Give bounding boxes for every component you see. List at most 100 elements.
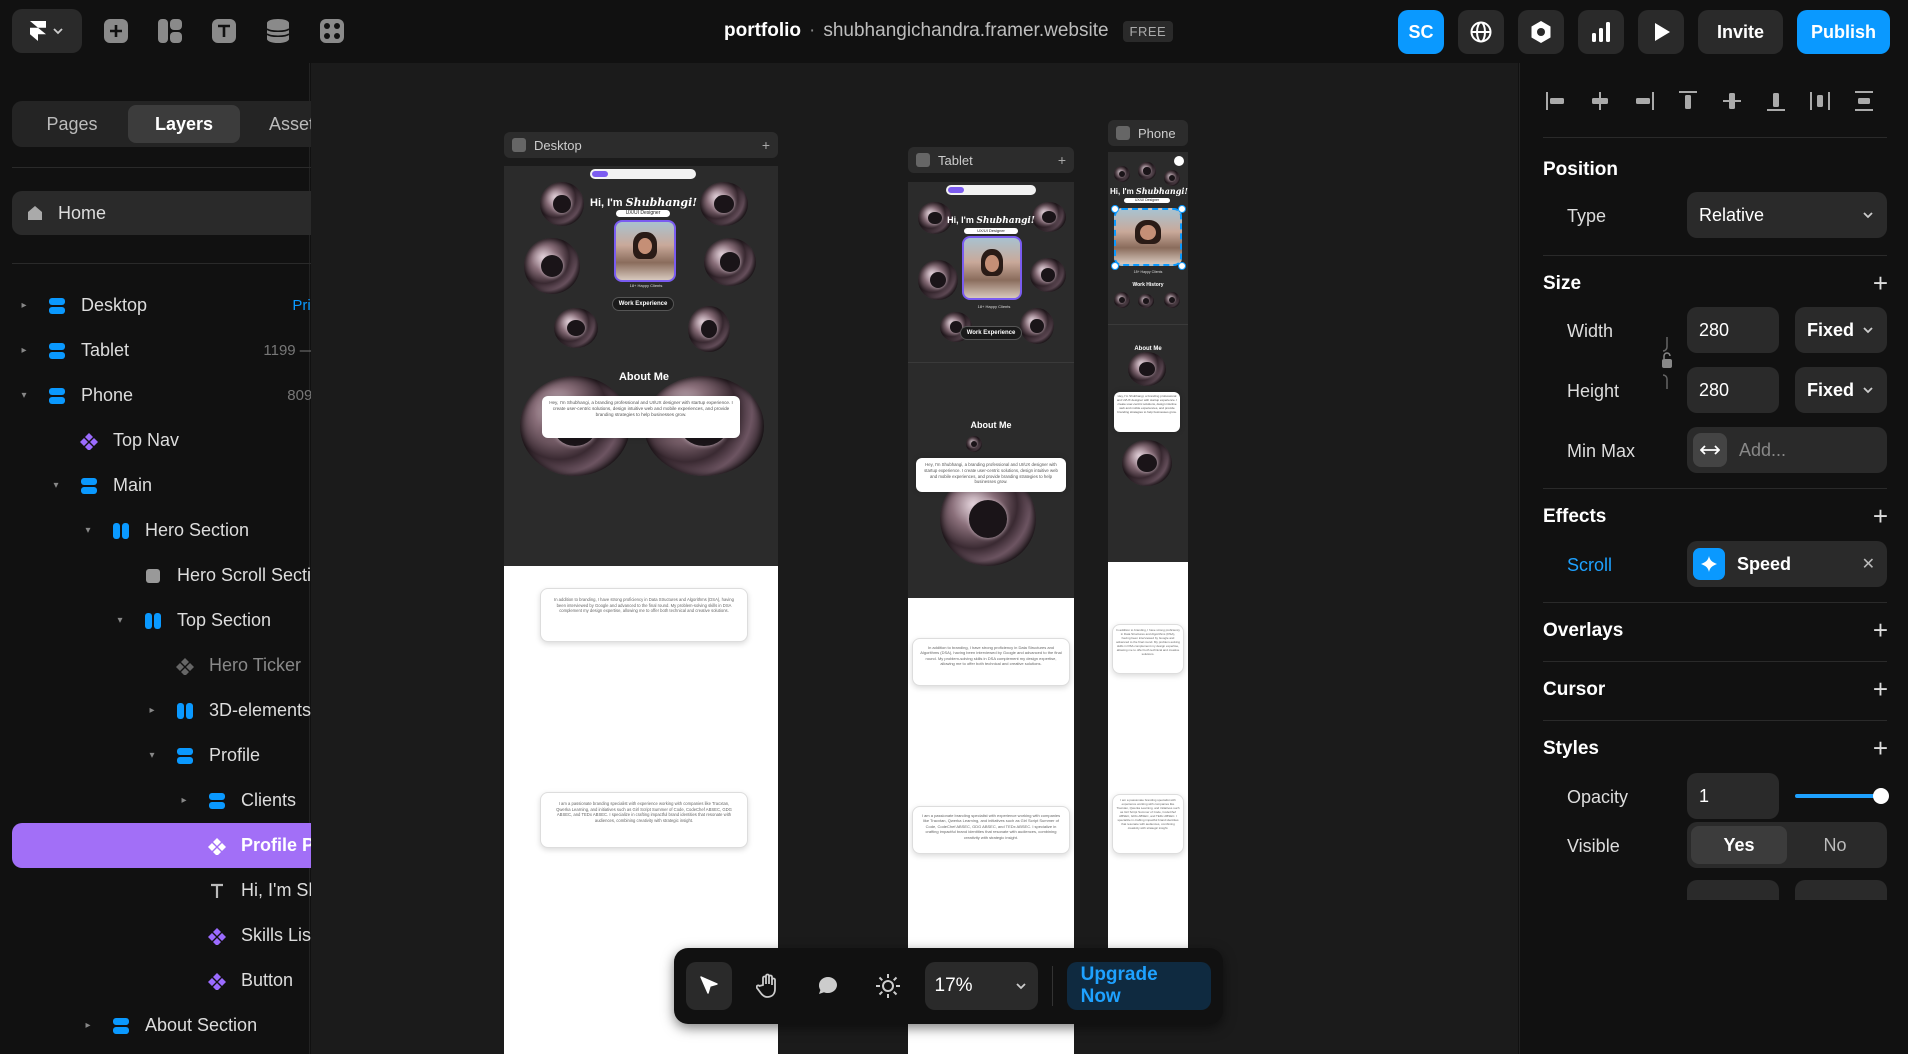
tab-layers[interactable]: Layers [128, 105, 240, 143]
site-settings-button[interactable] [1457, 10, 1504, 54]
expand-arrow-icon[interactable]: ▸ [18, 345, 30, 356]
phone-frame[interactable]: Hi, I'm Shubhangi! UX/UI Designer 18+ Ha… [1108, 152, 1188, 1022]
layer-profile[interactable]: ▾ Profile [12, 733, 356, 778]
distribute-horizontal-icon[interactable] [1806, 87, 1834, 115]
align-center-v-icon[interactable] [1718, 87, 1746, 115]
text-button[interactable] [204, 11, 244, 51]
hand-tool[interactable] [746, 962, 792, 1010]
publish-button[interactable]: Publish [1796, 10, 1890, 54]
torus-3d [554, 308, 598, 348]
add-effect-icon[interactable]: + [1873, 503, 1888, 529]
align-top-icon[interactable] [1674, 87, 1702, 115]
resize-handle[interactable] [1178, 205, 1186, 213]
preview-button[interactable] [1637, 10, 1684, 54]
width-mode-select[interactable]: Fixed [1795, 307, 1887, 353]
framer-logo-icon [30, 21, 46, 41]
user-avatar[interactable]: SC [1397, 10, 1444, 54]
remove-effect-icon[interactable]: ✕ [1862, 554, 1875, 574]
opacity-input[interactable]: 1 [1687, 773, 1779, 819]
layer-top-section[interactable]: ▾ Top Section [12, 598, 356, 643]
collapse-arrow-icon[interactable]: ▾ [82, 525, 94, 536]
frame-label-desktop[interactable]: Desktop + [504, 132, 778, 158]
visible-yes-option[interactable]: Yes [1691, 826, 1787, 864]
add-overlay-icon[interactable]: + [1873, 617, 1888, 643]
page-selector[interactable]: Home [12, 191, 356, 235]
invite-button[interactable]: Invite [1697, 10, 1783, 54]
theme-toggle[interactable] [865, 962, 911, 1010]
comment-tool[interactable] [805, 962, 851, 1010]
layer-about-section[interactable]: ▸ About Section [12, 1003, 356, 1048]
scroll-effect-field[interactable]: Speed ✕ [1687, 541, 1887, 587]
zoom-select[interactable]: 17% [924, 962, 1038, 1010]
aspect-lock-icon[interactable] [1659, 335, 1675, 391]
profile-photo-selected[interactable] [1114, 208, 1182, 266]
expand-arrow-icon[interactable]: ▸ [146, 705, 158, 716]
layer-main[interactable]: ▾ Main [12, 463, 356, 508]
resize-handle[interactable] [1111, 205, 1119, 213]
opacity-slider[interactable] [1795, 794, 1881, 798]
layer-button[interactable]: Button ✛ [12, 958, 356, 1003]
layer-name: Hero Scroll Secti [177, 565, 312, 585]
resize-handle[interactable] [1111, 262, 1119, 270]
layer-desktop[interactable]: ▸ Desktop Primary [12, 283, 356, 328]
bar-chart-icon [1591, 22, 1610, 42]
add-size-icon[interactable]: + [1873, 270, 1888, 296]
project-title[interactable]: portfolio · shubhangichandra.framer.webs… [724, 20, 1174, 42]
add-style-icon[interactable]: + [1873, 735, 1888, 761]
collapse-arrow-icon[interactable]: ▾ [114, 615, 126, 626]
tablet-frame[interactable]: Hi, I'm Shubhangi! UX/UI Designer 18+ Ha… [908, 182, 1074, 1054]
layer-hero-section[interactable]: ▾ Hero Section [12, 508, 356, 553]
align-center-h-icon[interactable] [1586, 87, 1614, 115]
collapse-arrow-icon[interactable]: ▾ [50, 480, 62, 491]
menu-toggle-dot [1174, 156, 1184, 166]
desktop-frame[interactable]: Hi, I'm Shubhangi! UX/UI Designer 18+ Ha… [504, 166, 778, 1054]
select-tool[interactable] [686, 962, 732, 1010]
layer-profile-photo[interactable]: Profile Ph ✛ [12, 823, 356, 868]
layer-hero-scroll-section[interactable]: Hero Scroll Secti # [12, 553, 356, 598]
insert-button[interactable] [96, 11, 136, 51]
layer-phone[interactable]: ▾ Phone 809 — 0 [12, 373, 356, 418]
layer-skills-list[interactable]: Skills List ✛ [12, 913, 356, 958]
layer-top-nav[interactable]: Top Nav ✛ [12, 418, 356, 463]
plugins-button[interactable] [312, 11, 352, 51]
tab-pages[interactable]: Pages [16, 105, 128, 143]
opacity-slider-knob[interactable] [1873, 788, 1889, 804]
height-input[interactable]: 280 [1687, 367, 1779, 413]
layer-tablet[interactable]: ▸ Tablet 1199 — 810 [12, 328, 356, 373]
layer-clients[interactable]: ▸ Clients ✛ [12, 778, 356, 823]
visible-no-option[interactable]: No [1787, 826, 1883, 864]
cms-button[interactable] [258, 11, 298, 51]
frame-label-phone[interactable]: Phone [1108, 120, 1188, 146]
width-input[interactable]: 280 [1687, 307, 1779, 353]
expand-arrow-icon[interactable]: ▸ [178, 795, 190, 806]
scroll-effect-label[interactable]: Scroll [1567, 555, 1612, 576]
analytics-button[interactable] [1577, 10, 1624, 54]
layout-button[interactable] [150, 11, 190, 51]
upgrade-button[interactable]: Upgrade Now [1066, 962, 1211, 1010]
preview-frame-icon[interactable] [1116, 126, 1130, 140]
settings-button[interactable] [1517, 10, 1564, 54]
preview-frame-icon[interactable] [916, 153, 930, 167]
frame-label-tablet[interactable]: Tablet + [908, 147, 1074, 173]
expand-arrow-icon[interactable]: ▸ [18, 300, 30, 311]
expand-arrow-icon[interactable]: ▸ [82, 1020, 94, 1031]
layer-3d-elements[interactable]: ▸ 3D-elements [12, 688, 356, 733]
minmax-field[interactable]: Add... [1687, 427, 1887, 473]
add-breakpoint-icon[interactable]: + [762, 137, 770, 153]
preview-frame-icon[interactable] [512, 138, 526, 152]
align-bottom-icon[interactable] [1762, 87, 1790, 115]
canvas[interactable]: Desktop + Hi, I'm Shubhangi! UX/UI Desig… [311, 63, 1518, 1054]
add-breakpoint-icon[interactable]: + [1058, 152, 1066, 168]
layer-hero-heading[interactable]: Hi, I'm Sh ✛ [12, 868, 356, 913]
align-left-icon[interactable] [1542, 87, 1570, 115]
collapse-arrow-icon[interactable]: ▾ [146, 750, 158, 761]
layer-hero-ticker[interactable]: Hero Ticker [12, 643, 356, 688]
collapse-arrow-icon[interactable]: ▾ [18, 390, 30, 401]
add-cursor-icon[interactable]: + [1873, 676, 1888, 702]
framer-menu-button[interactable] [12, 9, 82, 53]
distribute-vertical-icon[interactable] [1850, 87, 1878, 115]
align-right-icon[interactable] [1630, 87, 1658, 115]
position-type-select[interactable]: Relative [1687, 192, 1887, 238]
resize-handle[interactable] [1178, 262, 1186, 270]
height-mode-select[interactable]: Fixed [1795, 367, 1887, 413]
